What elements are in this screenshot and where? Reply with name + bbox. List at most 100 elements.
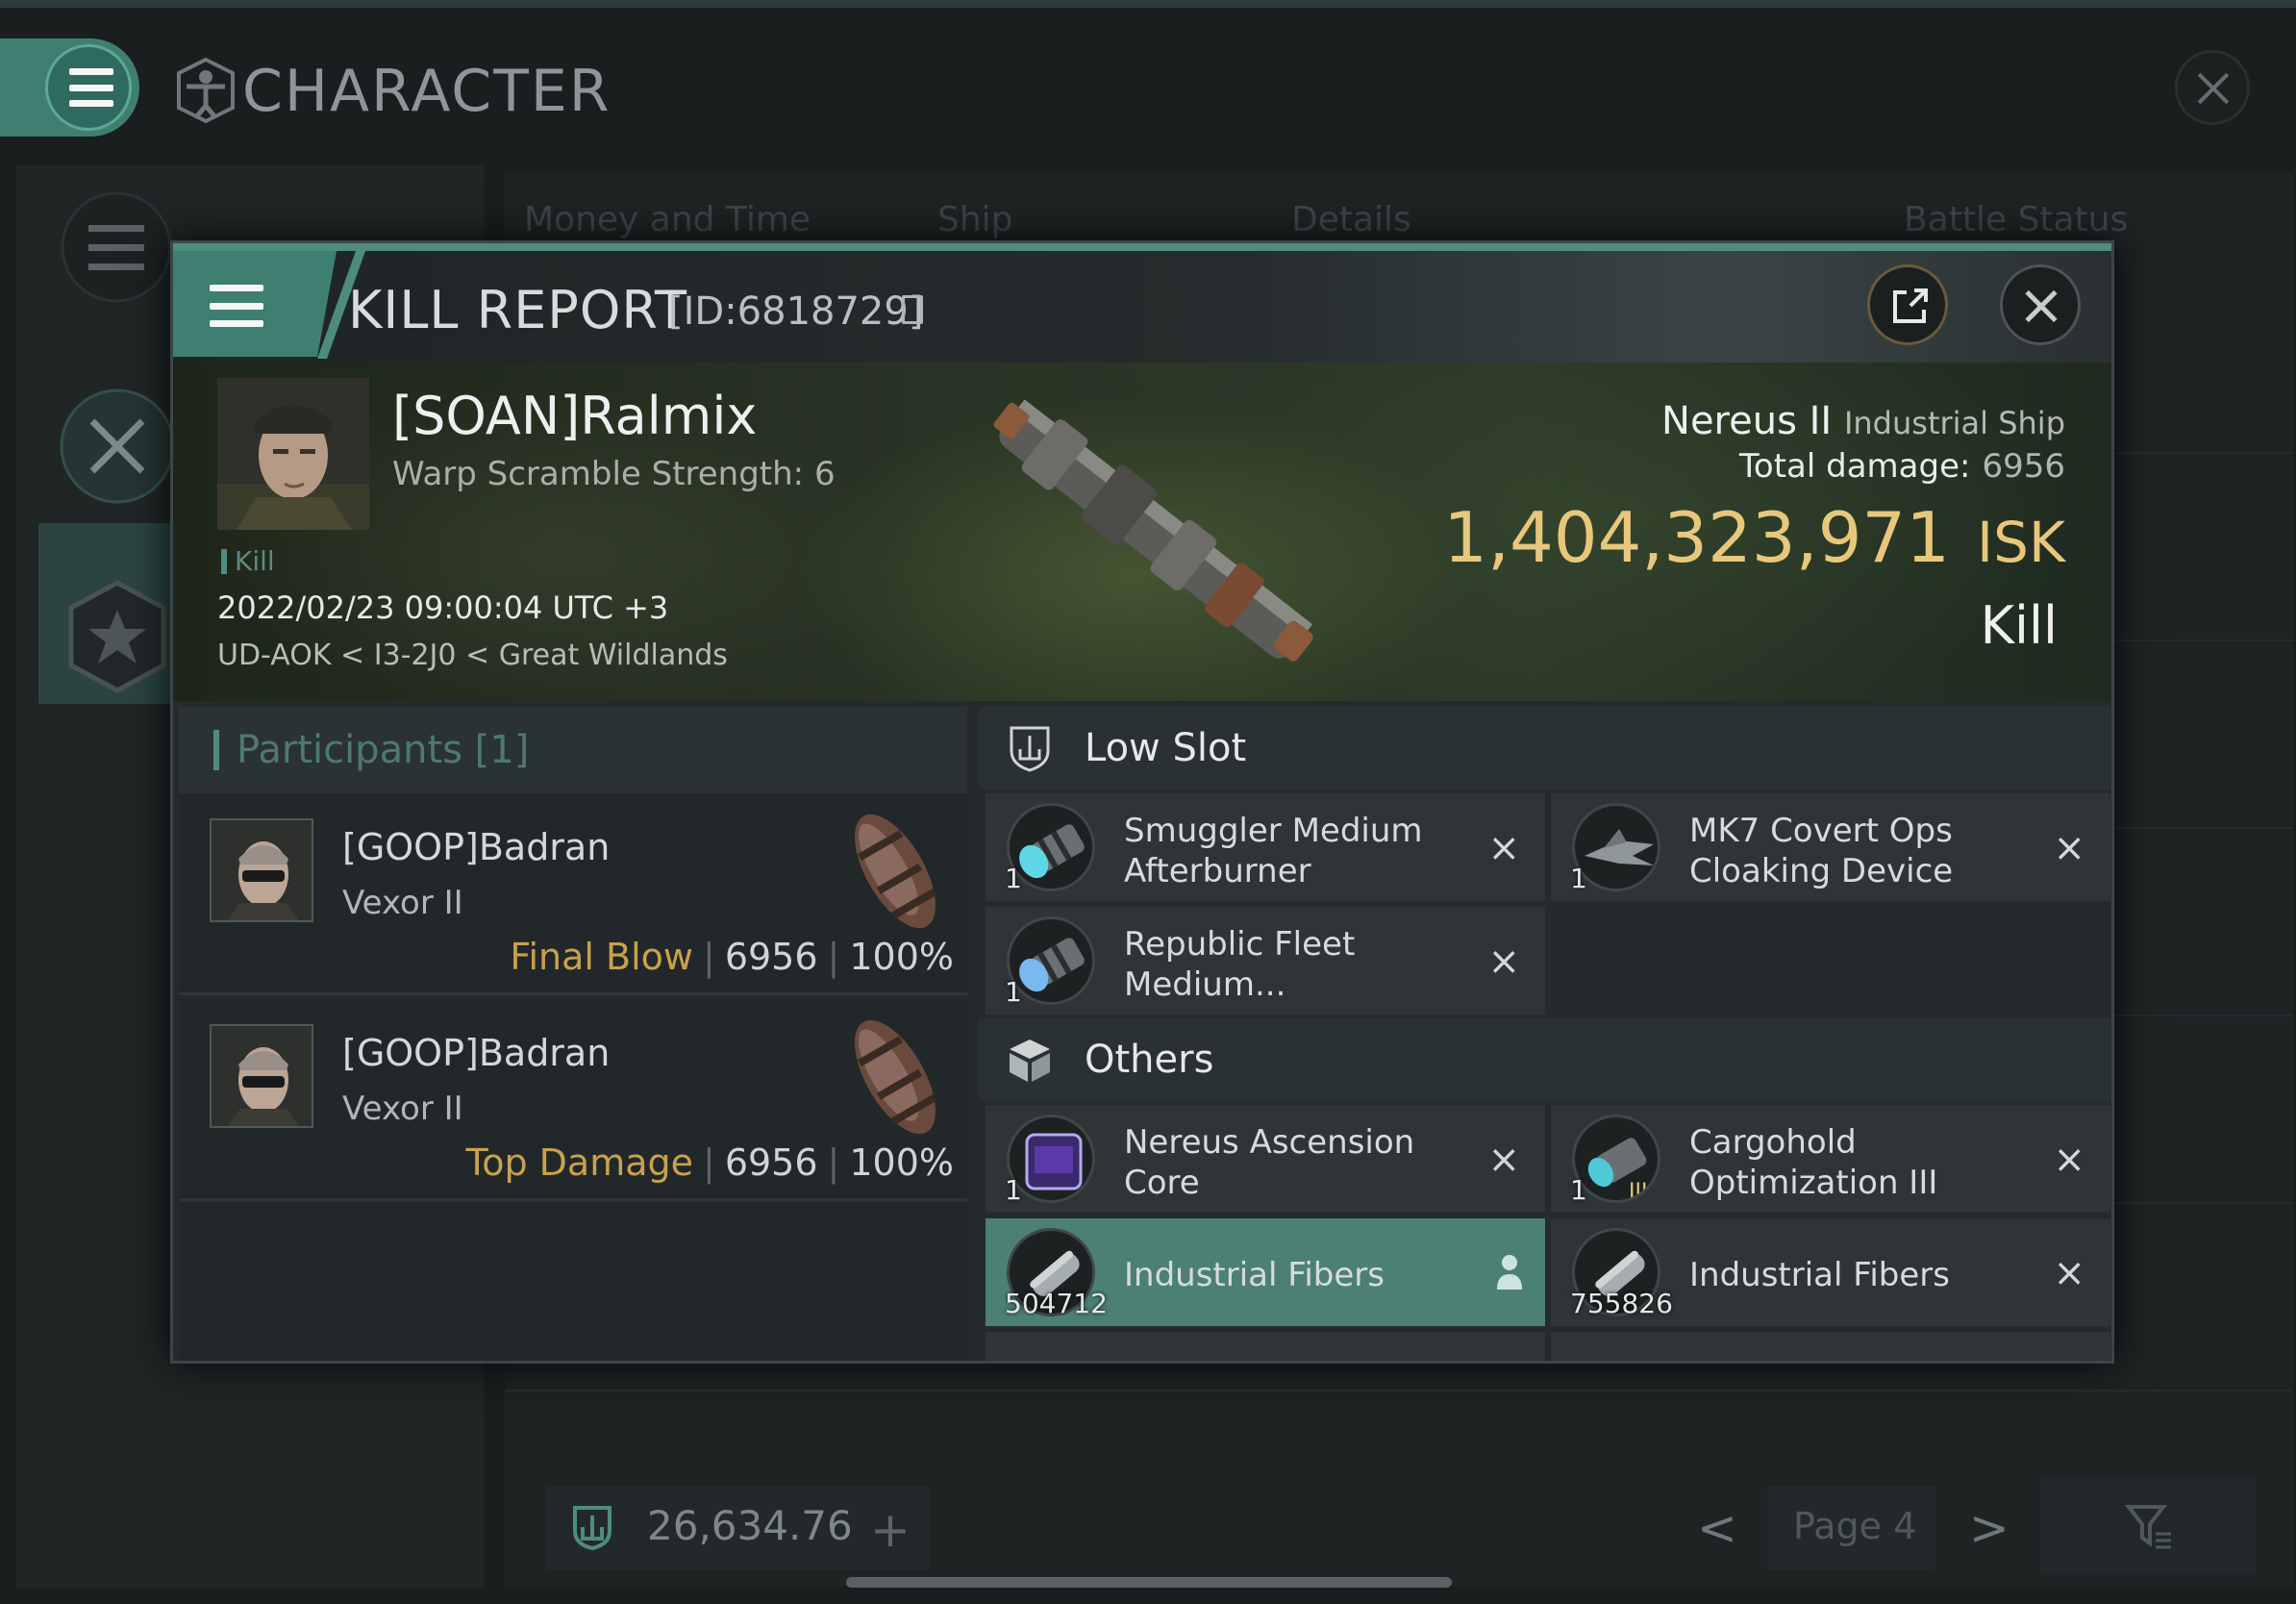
add-funds-button[interactable]: + xyxy=(870,1502,911,1558)
participant-damage: 6956 xyxy=(724,936,818,978)
share-button[interactable] xyxy=(1867,264,1948,345)
fitted-item[interactable]: 1 Republic Fleet Medium... × xyxy=(986,907,1545,1015)
victim-portrait[interactable] xyxy=(217,378,369,530)
item-quantity: 1 xyxy=(1005,1174,1022,1206)
cargo-item[interactable]: III 1 Cargohold Optimization III × xyxy=(1551,1105,2110,1213)
top-damage-label: Top Damage xyxy=(465,1141,694,1184)
participant-stats: Final Blow | 6956 | 100% xyxy=(510,936,954,978)
kill-tag: Kill xyxy=(221,545,275,577)
kill-location[interactable]: UD-AOK < I3-2J0 < Great Wildlands xyxy=(217,639,728,672)
character-logo-icon xyxy=(177,57,235,124)
cube-icon xyxy=(1010,1040,1050,1082)
participant-card[interactable]: [GOOP]Badran Vexor II Final Blow | 6956 | 10… xyxy=(179,793,967,995)
participant-portrait[interactable] xyxy=(210,1024,313,1128)
item-name: Nereus Ascension Core xyxy=(1124,1123,1415,1202)
participant-stats: Top Damage | 6956 | 100% xyxy=(465,1141,954,1184)
row-divider xyxy=(505,1390,2293,1391)
victim-avatar xyxy=(217,378,369,530)
destroyed-icon: × xyxy=(1487,940,1520,984)
total-damage-value: 6956 xyxy=(1982,447,2065,486)
total-damage: Total damage: 6956 xyxy=(1739,447,2065,486)
participant-ship: Vexor II xyxy=(342,884,463,922)
low-slot-icon xyxy=(1010,726,1050,772)
cargo-item-partial[interactable] xyxy=(1551,1332,2110,1361)
vexor-ship-image xyxy=(855,814,937,929)
star-badge-icon[interactable] xyxy=(60,579,175,694)
item-name: Smuggler Medium Afterburner xyxy=(1124,812,1423,890)
participant-portrait[interactable] xyxy=(210,818,313,922)
participants-header: Participants [1] xyxy=(179,707,967,793)
top-border xyxy=(0,0,2296,8)
close-window-button[interactable] xyxy=(2175,50,2250,125)
crossed-swords-icon[interactable] xyxy=(58,387,177,506)
item-name: MK7 Covert Ops Cloaking Device xyxy=(1689,812,1954,890)
ship-class: Industrial Ship xyxy=(1843,405,2065,441)
stat-separator: | xyxy=(703,1141,715,1184)
filter-icon xyxy=(2125,1505,2171,1549)
kill-report-title: KILL REPORT xyxy=(348,280,687,340)
destroyed-icon: × xyxy=(1487,1138,1520,1182)
list-icon[interactable] xyxy=(60,190,173,304)
item-quantity: 755826 xyxy=(1570,1288,1673,1319)
cargo-item-dropped[interactable]: 504712 Industrial Fibers xyxy=(986,1218,1545,1326)
victim-name[interactable]: [SOAN]Ralmix xyxy=(392,386,757,446)
close-kill-report-button[interactable] xyxy=(2000,264,2081,345)
victim-panel: [SOAN]Ralmix Warp Scramble Strength: 6 K… xyxy=(173,363,2111,701)
home-indicator xyxy=(846,1577,1452,1588)
item-name: Industrial Fibers xyxy=(1689,1256,1950,1294)
stat-separator: | xyxy=(827,936,840,978)
participant-percent: 100% xyxy=(849,1141,954,1184)
participant-name[interactable]: [GOOP]Badran xyxy=(342,826,610,868)
section-accent xyxy=(213,730,219,770)
item-quantity: 1 xyxy=(1005,976,1022,1008)
vexor-ship-image xyxy=(855,1019,937,1135)
low-slot-header: Low Slot xyxy=(979,707,2111,789)
cargo-item[interactable]: 755826 Industrial Fibers × xyxy=(1551,1218,2110,1326)
next-page-button[interactable]: > xyxy=(1969,1500,2009,1556)
destroyed-icon: × xyxy=(2053,1251,2085,1295)
copy-icon[interactable] xyxy=(902,295,923,324)
ship-name-text: Nereus II xyxy=(1661,399,1833,443)
page-label: Page 4 xyxy=(1793,1505,1917,1547)
participant-ship: Vexor II xyxy=(342,1090,463,1128)
item-name: Republic Fleet Medium... xyxy=(1124,925,1356,1004)
others-title: Others xyxy=(1085,1038,1214,1082)
item-quantity: 1 xyxy=(1570,1174,1587,1206)
external-link-icon xyxy=(1893,288,1928,323)
participant-avatar xyxy=(212,1026,312,1126)
prev-page-button[interactable]: < xyxy=(1697,1500,1737,1556)
low-slot-title: Low Slot xyxy=(1085,726,1247,770)
participant-name[interactable]: [GOOP]Badran xyxy=(342,1032,610,1074)
column-header-money[interactable]: Money and Time xyxy=(524,200,811,239)
column-header-battle-status[interactable]: Battle Status xyxy=(1904,200,2128,239)
total-damage-label: Total damage: xyxy=(1738,447,1971,486)
others-header: Others xyxy=(979,1018,2111,1101)
cargo-item[interactable]: 1 Nereus Ascension Core × xyxy=(986,1105,1545,1213)
participant-percent: 100% xyxy=(849,936,954,978)
modal-top-accent xyxy=(173,243,2111,251)
destroyed-icon: × xyxy=(2053,1138,2085,1182)
kill-result: Kill xyxy=(1980,595,2058,656)
window-title: CHARACTER xyxy=(242,58,611,125)
participants-title: Participants [1] xyxy=(237,728,530,772)
column-header-ship[interactable]: Ship xyxy=(937,200,1013,239)
item-quantity: 504712 xyxy=(1005,1288,1108,1319)
nereus-ship-image xyxy=(993,399,1313,662)
fitted-item[interactable]: 1 Smuggler Medium Afterburner × xyxy=(986,793,1545,901)
item-quantity: 1 xyxy=(1005,863,1022,894)
participant-card[interactable]: [GOOP]Badran Vexor II Top Damage | 6956 | 10… xyxy=(179,999,967,1201)
item-name: Industrial Fibers xyxy=(1124,1256,1385,1294)
ship-name[interactable]: Nereus II Industrial Ship xyxy=(1661,399,2065,443)
participant-avatar xyxy=(212,820,312,920)
cargo-item-partial[interactable] xyxy=(986,1332,1545,1361)
kill-report-menu-button[interactable] xyxy=(173,251,337,357)
filter-button[interactable] xyxy=(2040,1476,2257,1574)
column-header-details[interactable]: Details xyxy=(1291,200,1411,239)
character-menu-button[interactable] xyxy=(0,38,139,137)
hamburger-icon xyxy=(210,285,263,327)
isk-amount: 1,404,323,971 xyxy=(1443,497,1951,578)
participant-damage: 6956 xyxy=(724,1141,818,1184)
fitted-item[interactable]: 1 MK7 Covert Ops Cloaking Device × xyxy=(1551,793,2110,901)
victim-warp-scramble: Warp Scramble Strength: 6 xyxy=(392,455,836,493)
person-icon xyxy=(1497,1255,1522,1290)
